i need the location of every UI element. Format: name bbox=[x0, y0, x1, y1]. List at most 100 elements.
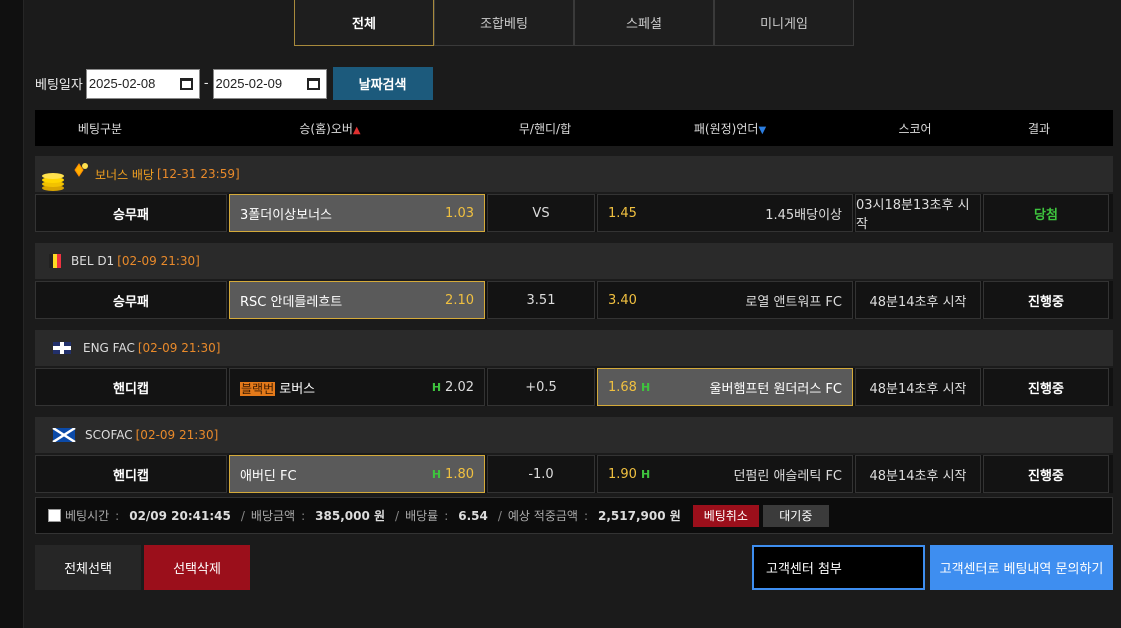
header-home-label: 승(홈)오버 bbox=[299, 121, 353, 136]
select-all-button[interactable]: 전체선택 bbox=[35, 545, 141, 590]
home-team: 애버딘 FC bbox=[240, 468, 297, 484]
group-league: BEL D1 bbox=[71, 254, 115, 268]
scotland-flag-icon bbox=[52, 428, 76, 442]
handicap-icon: H bbox=[431, 380, 442, 394]
colon: : bbox=[301, 508, 306, 523]
status-badge: 대기중 bbox=[762, 504, 829, 527]
sort-down-icon: ▼ bbox=[758, 124, 767, 136]
group-header: SCOFAC [02-09 21:30] bbox=[35, 417, 1113, 453]
bet-summary-bar: 베팅시간 : 02/09 20:41:45 / 배당금액 : 385,000 원… bbox=[35, 497, 1113, 534]
handicap-icon: H bbox=[431, 467, 442, 481]
divider: / bbox=[395, 508, 400, 523]
bet-type: 핸디캡 bbox=[35, 368, 227, 406]
home-odd: 1.80 bbox=[445, 466, 474, 482]
colon: : bbox=[444, 508, 449, 523]
bet-time-label: 베팅시간 bbox=[65, 509, 110, 523]
bet-rate-value: 6.54 bbox=[458, 508, 488, 523]
away-team: 로열 앤트워프 FC bbox=[745, 294, 842, 310]
result-badge: 진행중 bbox=[983, 455, 1109, 493]
header-result: 결과 bbox=[1027, 121, 1051, 136]
belgium-flag-icon bbox=[49, 254, 63, 268]
home-team: 로버스 bbox=[279, 381, 316, 397]
header-home[interactable]: 승(홈)오버▲ bbox=[165, 120, 495, 137]
bet-group-bel: BEL D1 [02-09 21:30] 승무패 RSC 안데를레흐트 2.10… bbox=[35, 243, 1113, 319]
result-badge: 당첨 bbox=[983, 194, 1109, 232]
date-search-button[interactable]: 날짜검색 bbox=[332, 67, 433, 100]
coin-bonus-icon bbox=[42, 163, 88, 191]
score: 48분14초후 시작 bbox=[855, 368, 981, 406]
home-pick[interactable]: 블랙번 로버스 H 2.02 bbox=[229, 368, 485, 406]
left-edge-panel bbox=[0, 0, 24, 628]
group-header: ENG FAC [02-09 21:30] bbox=[35, 330, 1113, 366]
tab-special[interactable]: 스페셜 bbox=[574, 0, 714, 46]
away-team: 던펌린 애슬레틱 FC bbox=[733, 468, 842, 484]
bet-group-sco: SCOFAC [02-09 21:30] 핸디캡 애버딘 FC H 1.80 -1… bbox=[35, 417, 1113, 493]
handicap-icon: H bbox=[640, 380, 651, 394]
date-filter-label: 베팅일자 bbox=[35, 78, 83, 93]
home-team-wrap: 블랙번 로버스 bbox=[240, 378, 315, 397]
away-odd: 1.68 bbox=[608, 379, 637, 395]
bet-time-value: 02/09 20:41:45 bbox=[129, 508, 231, 523]
inquire-support-button[interactable]: 고객센터로 베팅내역 문의하기 bbox=[930, 545, 1113, 590]
group-time: [02-09 21:30] bbox=[137, 341, 221, 355]
tab-minigame[interactable]: 미니게임 bbox=[714, 0, 854, 46]
expected-label: 예상 적중금액 bbox=[507, 509, 578, 523]
bet-table-header: 베팅구분 승(홈)오버▲ 무/핸디/합 패(원정)언더▼ 스코어 결과 bbox=[35, 110, 1113, 146]
date-from-value: 2025-02-08 bbox=[88, 76, 156, 91]
bet-type: 승무패 bbox=[35, 281, 227, 319]
header-type: 베팅구분 bbox=[77, 121, 123, 136]
header-draw: 무/핸디/합 bbox=[518, 121, 572, 136]
group-time: [12-31 23:59] bbox=[157, 167, 240, 181]
bet-amount-value: 385,000 원 bbox=[315, 509, 386, 523]
group-header: BEL D1 [02-09 21:30] bbox=[35, 243, 1113, 279]
home-odd: 2.10 bbox=[445, 292, 474, 308]
expected-value: 2,517,900 원 bbox=[598, 509, 681, 523]
away-odd: 1.90 bbox=[608, 466, 637, 482]
bet-type-tabs: 전체 조합베팅 스페셜 미니게임 bbox=[294, 0, 854, 46]
bet-rate-label: 배당률 bbox=[405, 509, 439, 523]
cancel-bet-button[interactable]: 베팅취소 bbox=[692, 504, 759, 527]
tab-all[interactable]: 전체 bbox=[294, 0, 434, 46]
bet-row: 핸디캡 블랙번 로버스 H 2.02 +0.5 1.68 H 울버햄프턴 원더러스 … bbox=[35, 368, 1113, 406]
draw-handicap: VS bbox=[487, 194, 595, 232]
bet-group-bonus: 보너스 배당 [12-31 23:59] 승무패 3폴더이상보너스 1.03 V… bbox=[35, 156, 1113, 232]
home-pick[interactable]: 3폴더이상보너스 1.03 bbox=[229, 194, 485, 232]
away-team: 울버햄프턴 원더러스 FC bbox=[709, 381, 842, 397]
attach-to-support-button[interactable]: 고객센터 첨부 bbox=[752, 545, 925, 590]
colon: : bbox=[115, 508, 120, 523]
group-time: [02-09 21:30] bbox=[135, 428, 219, 442]
date-filter: 베팅일자 2025-02-08 - 2025-02-09 날짜검색 bbox=[35, 67, 433, 100]
away-pick[interactable]: 1.45 1.45배당이상 bbox=[597, 194, 853, 232]
select-checkbox[interactable] bbox=[48, 509, 61, 522]
date-separator: - bbox=[203, 76, 209, 91]
home-pick[interactable]: 애버딘 FC H 1.80 bbox=[229, 455, 485, 493]
group-header: 보너스 배당 [12-31 23:59] bbox=[35, 156, 1113, 192]
group-league: SCOFAC bbox=[85, 428, 133, 442]
handicap-value: +0.5 bbox=[487, 368, 595, 406]
score: 48분14초후 시작 bbox=[855, 455, 981, 493]
date-to-input[interactable]: 2025-02-09 bbox=[212, 68, 327, 99]
delete-selected-button[interactable]: 선택삭제 bbox=[144, 545, 250, 590]
calendar-icon[interactable] bbox=[179, 77, 193, 90]
draw-odd[interactable]: 3.51 bbox=[487, 281, 595, 319]
home-odd: 1.03 bbox=[445, 205, 474, 221]
away-pick[interactable]: 1.90 H 던펌린 애슬레틱 FC bbox=[597, 455, 853, 493]
bet-row: 승무패 3폴더이상보너스 1.03 VS 1.45 1.45배당이상 03시18… bbox=[35, 194, 1113, 232]
header-away-label: 패(원정)언더 bbox=[693, 121, 759, 136]
sort-up-icon: ▲ bbox=[352, 124, 361, 136]
calendar-icon[interactable] bbox=[306, 77, 320, 90]
result-badge: 진행중 bbox=[983, 368, 1109, 406]
bet-amount-label: 배당금액 bbox=[250, 509, 296, 523]
header-away[interactable]: 패(원정)언더▼ bbox=[595, 120, 865, 137]
home-pick[interactable]: RSC 안데를레흐트 2.10 bbox=[229, 281, 485, 319]
handicap-icon: H bbox=[640, 467, 651, 481]
away-pick[interactable]: 3.40 로열 앤트워프 FC bbox=[597, 281, 853, 319]
tab-combo-bet[interactable]: 조합베팅 bbox=[434, 0, 574, 46]
handicap-value: -1.0 bbox=[487, 455, 595, 493]
date-to-value: 2025-02-09 bbox=[215, 76, 283, 91]
bet-type: 승무패 bbox=[35, 194, 227, 232]
away-pick[interactable]: 1.68 H 울버햄프턴 원더러스 FC bbox=[597, 368, 853, 406]
divider: / bbox=[497, 508, 502, 523]
header-score: 스코어 bbox=[898, 121, 932, 136]
date-from-input[interactable]: 2025-02-08 bbox=[85, 68, 200, 99]
